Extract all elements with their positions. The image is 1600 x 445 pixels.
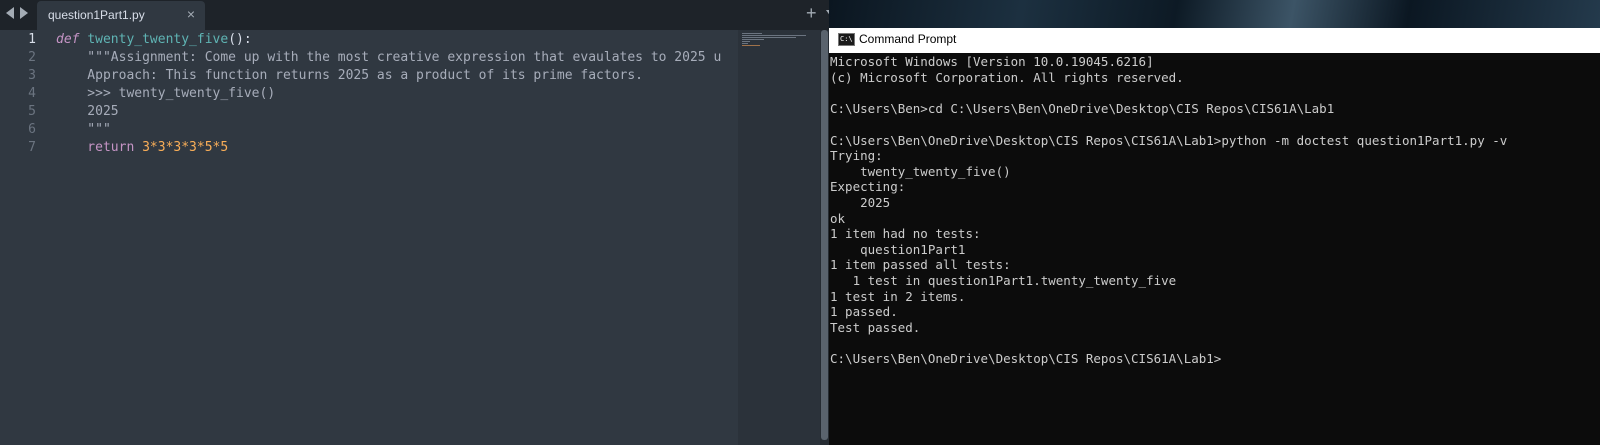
tab-label: question1Part1.py — [48, 8, 145, 22]
terminal-line: C:\Users\Ben>cd C:\Users\Ben\OneDrive\De… — [830, 101, 1335, 116]
terminal-line: twenty_twenty_five() — [830, 164, 1011, 179]
desktop-wallpaper — [829, 0, 1600, 28]
terminal-line: 1 test in 2 items. — [830, 289, 966, 304]
minimap-line — [742, 37, 796, 38]
code-line: >>> twenty_twenty_five() — [56, 86, 276, 101]
terminal-line: 2025 — [830, 195, 891, 210]
code-line: 2025 — [56, 104, 119, 119]
line-number-gutter: 1 2 3 4 5 6 7 — [0, 30, 50, 445]
line-number: 1 — [28, 32, 36, 47]
keyword-return: return — [56, 140, 143, 155]
minimap-line — [742, 35, 806, 36]
minimap-line — [742, 43, 748, 44]
line-number: 2 — [28, 50, 36, 65]
terminal-line: 1 test in question1Part1.twenty_twenty_f… — [830, 273, 1177, 288]
terminal-line: question1Part1 — [830, 242, 966, 257]
terminal-line: Trying: — [830, 148, 883, 163]
terminal-line: Test passed. — [830, 320, 921, 335]
code-punctuation: (): — [228, 32, 252, 47]
terminal-line: 1 passed. — [830, 304, 898, 319]
minimap-line — [742, 33, 762, 34]
command-prompt-icon: C:\ — [838, 33, 855, 46]
keyword-def: def — [56, 32, 80, 47]
terminal-line: Expecting: — [830, 179, 906, 194]
cmd-title-bar[interactable]: C:\ Command Prompt — [829, 28, 1600, 53]
terminal-line: ok — [830, 211, 846, 226]
window-title: Command Prompt — [859, 32, 957, 46]
terminal-line: (c) Microsoft Corporation. All rights re… — [830, 70, 1184, 85]
line-number: 6 — [28, 122, 36, 137]
tab-bar: question1Part1.py × + — [0, 0, 846, 30]
minimap[interactable] — [738, 30, 820, 445]
terminal-line: C:\Users\Ben\OneDrive\Desktop\CIS Repos\… — [830, 133, 1508, 148]
minimap-line — [742, 39, 764, 40]
terminal-output[interactable]: Microsoft Windows [Version 10.0.19045.62… — [830, 53, 1598, 445]
terminal-prompt[interactable]: C:\Users\Ben\OneDrive\Desktop\CIS Repos\… — [830, 351, 1221, 367]
tab-question1part1[interactable]: question1Part1.py × — [37, 1, 205, 30]
tab-nav-right-icon[interactable] — [20, 7, 28, 19]
line-number: 5 — [28, 104, 36, 119]
terminal-line: 1 item passed all tests: — [830, 257, 1011, 272]
minimap-line — [742, 45, 760, 46]
editor-scrollbar-thumb[interactable] — [821, 30, 828, 440]
code-editor[interactable]: question1Part1.py × + 1 2 3 4 5 6 7 def … — [0, 0, 846, 445]
code-line: """Assignment: Come up with the most cre… — [56, 50, 722, 65]
command-prompt-window[interactable]: C:\ Command Prompt Microsoft Windows [Ve… — [829, 28, 1600, 445]
add-tab-icon[interactable]: + — [806, 3, 817, 24]
code-line: """ — [56, 122, 111, 137]
code-line: def twenty_twenty_five(): — [56, 31, 252, 49]
editor-scrollbar[interactable] — [820, 30, 829, 445]
function-name: twenty_twenty_five — [87, 32, 229, 47]
minimap-line — [742, 41, 750, 42]
return-expression: 3*3*3*3*5*5 — [142, 140, 229, 155]
close-tab-icon[interactable]: × — [187, 6, 195, 22]
line-number: 4 — [28, 86, 36, 101]
tab-nav-left-icon[interactable] — [6, 7, 14, 19]
code-line: Approach: This function returns 2025 as … — [56, 68, 643, 83]
terminal-line: Microsoft Windows [Version 10.0.19045.62… — [830, 54, 1154, 69]
line-number: 7 — [28, 140, 36, 155]
code-area[interactable]: def twenty_twenty_five(): """Assignment:… — [56, 30, 738, 445]
terminal-line: 1 item had no tests: — [830, 226, 981, 241]
line-number: 3 — [28, 68, 36, 83]
code-line: return 3*3*3*3*5*5 — [56, 139, 228, 157]
